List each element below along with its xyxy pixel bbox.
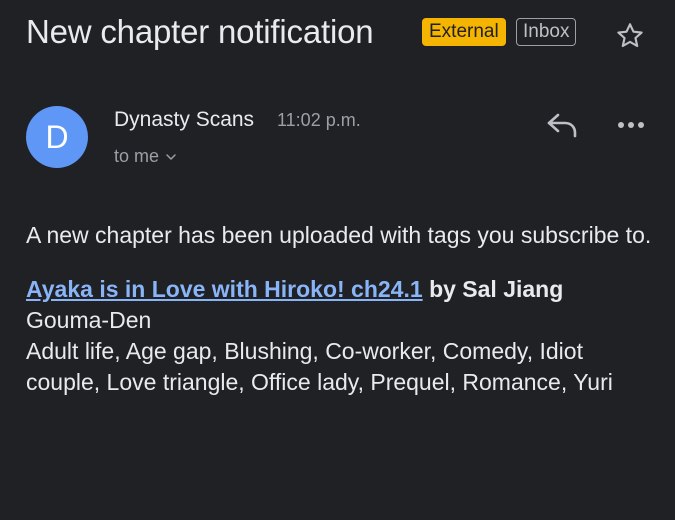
sender-avatar[interactable]: D	[26, 106, 88, 168]
chapter-author: by Sal Jiang	[429, 276, 564, 302]
sender-name[interactable]: Dynasty Scans	[114, 108, 254, 132]
chapter-tags: Adult life, Age gap, Blushing, Co-worker…	[26, 338, 613, 395]
email-subject: New chapter notification	[26, 13, 374, 50]
sent-time: 11:02 p.m.	[277, 110, 361, 130]
scanlation-group: Gouma-Den	[26, 307, 152, 333]
chevron-down-icon	[166, 153, 176, 160]
recipient-details-toggle[interactable]: to me	[114, 146, 177, 167]
chapter-link[interactable]: Ayaka is in Love with Hiroko! ch24.1	[26, 276, 423, 302]
external-label-badge: External	[422, 18, 506, 46]
recipient-label: to me	[114, 146, 160, 166]
star-icon[interactable]	[614, 20, 646, 52]
email-body: A new chapter has been uploaded with tag…	[26, 220, 656, 398]
inbox-label-badge[interactable]: Inbox	[516, 18, 577, 46]
reply-icon[interactable]	[544, 110, 580, 140]
subject-row: New chapter notification External Inbox	[26, 10, 675, 58]
chapter-line: Ayaka is in Love with Hiroko! ch24.1 by …	[26, 274, 656, 305]
body-intro-text: A new chapter has been uploaded with tag…	[26, 222, 652, 248]
more-options-icon[interactable]	[616, 118, 646, 132]
